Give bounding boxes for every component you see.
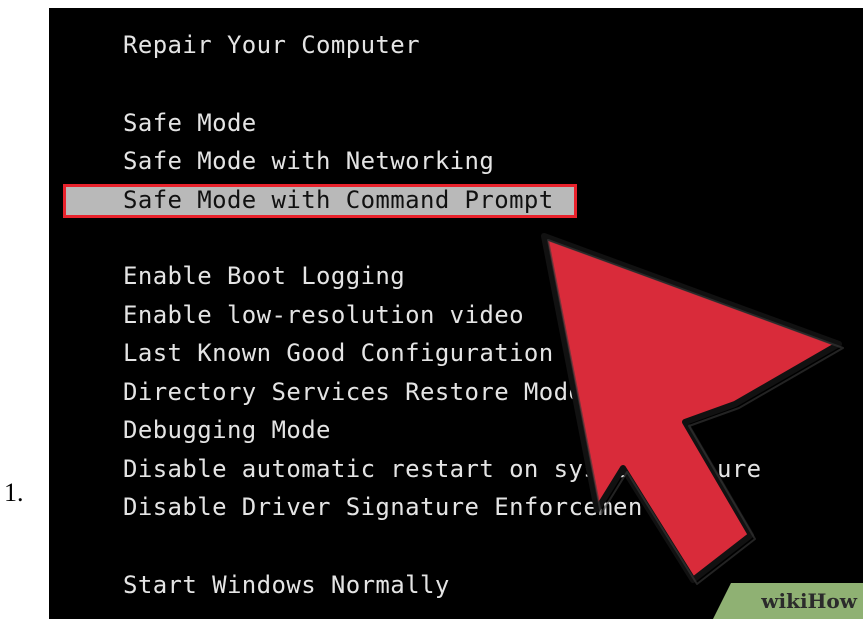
boot-options-screen: Repair Your Computer Safe Mode Safe Mode…	[49, 8, 863, 619]
list-number: 1.	[4, 478, 24, 507]
pointer-arrow-icon	[541, 233, 844, 585]
wikihow-logo: wikiHow	[761, 589, 857, 613]
